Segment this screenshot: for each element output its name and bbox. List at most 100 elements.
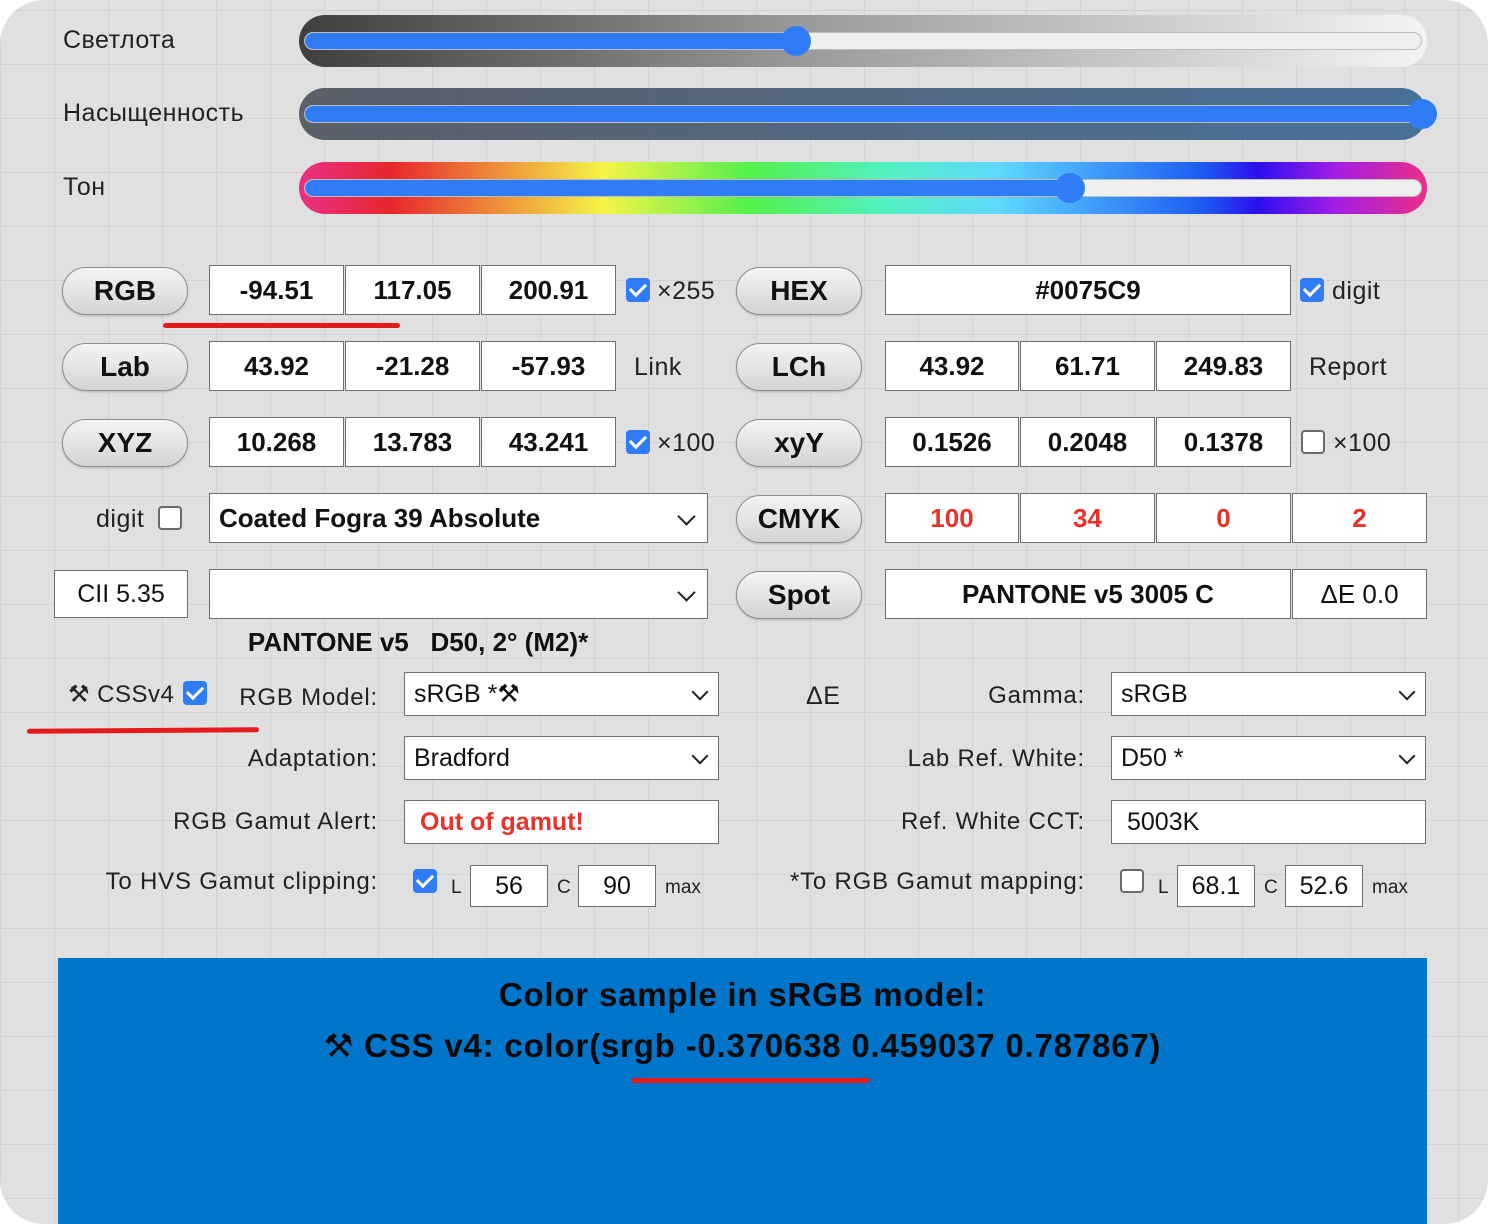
cmyk-profile-select[interactable]: Coated Fogra 39 Absolute [209, 493, 708, 543]
lch-l-field[interactable]: 43.92 [885, 341, 1019, 391]
hue-thumb[interactable] [1054, 173, 1085, 203]
map-max-label: max [1372, 877, 1408, 898]
xyy-scale-label: ×100 [1333, 429, 1392, 457]
rgb-button[interactable]: RGB [62, 267, 188, 315]
gamma-select[interactable]: sRGB [1111, 672, 1426, 716]
spot-button[interactable]: Spot [736, 571, 862, 619]
hex-digit-checkbox[interactable] [1300, 278, 1324, 302]
hex-digit-label: digit [1332, 277, 1381, 305]
saturation-thumb[interactable] [1407, 99, 1437, 129]
color-sample: Color sample in sRGB model: ⚒ CSS v4: co… [58, 958, 1427, 1224]
hvs-clipping-checkbox[interactable] [413, 869, 437, 893]
cmyk-digit-label: digit [96, 505, 145, 533]
adaptation-label: Adaptation: [247, 745, 378, 772]
rgb-scale-checkbox[interactable] [626, 278, 650, 302]
xyz-x-field[interactable]: 10.268 [209, 417, 344, 467]
saturation-slider[interactable] [299, 88, 1437, 140]
map-l-field[interactable]: 68.1 [1177, 865, 1255, 907]
ref-white-cct-field[interactable]: 5003K [1111, 800, 1426, 844]
spot-library-select[interactable]: PANTONE v5 D50, 2° (M2)* [209, 569, 708, 657]
hvs-max-label: max [665, 877, 701, 898]
lightness-slider[interactable] [299, 15, 1427, 67]
xyy-scale-checkbox[interactable] [1301, 430, 1325, 454]
lab-ref-white-select[interactable]: D50 * [1111, 736, 1426, 780]
spot-delta-field: ΔE 0.0 [1292, 569, 1427, 619]
spot-library-value: PANTONE v5 D50, 2° (M2)* [247, 627, 589, 657]
rgb-r-field[interactable]: -94.51 [209, 265, 344, 315]
gamut-alert-field: Out of gamut! [404, 800, 719, 844]
lch-c-field[interactable]: 61.71 [1020, 341, 1155, 391]
rgb-b-field[interactable]: 200.91 [481, 265, 616, 315]
xyy-bigy-field[interactable]: 0.1378 [1156, 417, 1291, 467]
map-c-letter: C [1264, 877, 1278, 898]
chevron-down-icon [1398, 683, 1416, 701]
xyz-scale-checkbox[interactable] [626, 430, 650, 454]
lab-button[interactable]: Lab [62, 343, 188, 391]
rgb-scale-label: ×255 [657, 277, 716, 305]
hex-button[interactable]: HEX [736, 267, 862, 315]
lightness-fill [305, 33, 797, 49]
lab-l-field[interactable]: 43.92 [209, 341, 344, 391]
chevron-down-icon [677, 507, 696, 526]
xyz-button[interactable]: XYZ [62, 419, 188, 467]
cmyk-k-field[interactable]: 2 [1292, 493, 1427, 543]
cssv4-label: ⚒ CSSv4 [68, 681, 175, 708]
xyz-z-field[interactable]: 43.241 [481, 417, 616, 467]
cmyk-digit-checkbox[interactable] [158, 506, 182, 530]
sample-title: Color sample in sRGB model: [498, 976, 987, 1013]
hue-fill [305, 180, 1070, 196]
cmyk-button[interactable]: CMYK [736, 495, 862, 543]
hex-field[interactable]: #0075C9 [885, 265, 1291, 315]
rgb-mapping-checkbox[interactable] [1120, 869, 1144, 893]
annotation-underline-css [631, 1078, 870, 1083]
saturation-label: Насыщенность [63, 99, 245, 127]
cmyk-profile-value: Coated Fogra 39 Absolute [219, 503, 541, 533]
xyy-button[interactable]: xyY [736, 419, 862, 467]
lch-button[interactable]: LCh [736, 343, 862, 391]
cmyk-m-field[interactable]: 34 [1020, 493, 1155, 543]
adaptation-select[interactable]: Bradford [404, 736, 719, 780]
hue-label: Тон [63, 173, 106, 201]
rgb-model-label: RGB Model: [239, 684, 378, 711]
xyy-y-field[interactable]: 0.2048 [1020, 417, 1155, 467]
spot-name-field[interactable]: PANTONE v5 3005 C [885, 569, 1291, 619]
hue-slider[interactable] [299, 162, 1427, 214]
rgb-model-value: sRGB *⚒ [414, 680, 520, 708]
chevron-down-icon [1398, 747, 1416, 765]
hvs-l-letter: L [451, 877, 462, 898]
report-label[interactable]: Report [1309, 353, 1387, 382]
lch-h-field[interactable]: 249.83 [1156, 341, 1291, 391]
saturation-fill [305, 106, 1421, 122]
ref-white-cct-label: Ref. White CCT: [900, 808, 1085, 835]
xyz-scale-label: ×100 [657, 429, 716, 457]
map-l-letter: L [1158, 877, 1169, 898]
lab-ref-white-value: D50 * [1121, 744, 1184, 772]
link-label[interactable]: Link [634, 353, 682, 382]
chevron-down-icon [677, 583, 696, 602]
rgb-model-select[interactable]: sRGB *⚒ [404, 672, 719, 716]
gamma-label: Gamma: [988, 682, 1085, 709]
sample-css: ⚒ CSS v4: color(srgb -0.370638 0.459037 … [323, 1027, 1162, 1064]
lab-b-field[interactable]: -57.93 [481, 341, 616, 391]
hvs-c-letter: C [557, 877, 571, 898]
chevron-down-icon [691, 747, 709, 765]
gamma-value: sRGB [1121, 680, 1188, 708]
cii-field: CII 5.35 [54, 570, 188, 618]
cmyk-c-field[interactable]: 100 [885, 493, 1019, 543]
lab-ref-white-label: Lab Ref. White: [907, 745, 1085, 772]
xyz-y-field[interactable]: 13.783 [345, 417, 480, 467]
delta-e-label[interactable]: ΔE [806, 682, 840, 711]
cmyk-y-field[interactable]: 0 [1156, 493, 1291, 543]
rgb-mapping-label: *To RGB Gamut mapping: [789, 868, 1085, 895]
hue-track [304, 179, 1422, 197]
hvs-clipping-label: To HVS Gamut clipping: [105, 868, 378, 895]
hvs-c-field[interactable]: 90 [578, 865, 656, 907]
lab-a-field[interactable]: -21.28 [345, 341, 480, 391]
xyy-x-field[interactable]: 0.1526 [885, 417, 1019, 467]
lightness-thumb[interactable] [780, 26, 811, 56]
hvs-l-field[interactable]: 56 [470, 865, 548, 907]
rgb-g-field[interactable]: 117.05 [345, 265, 480, 315]
map-c-field[interactable]: 52.6 [1285, 865, 1363, 907]
lightness-track [304, 32, 1422, 50]
adaptation-value: Bradford [414, 744, 510, 772]
